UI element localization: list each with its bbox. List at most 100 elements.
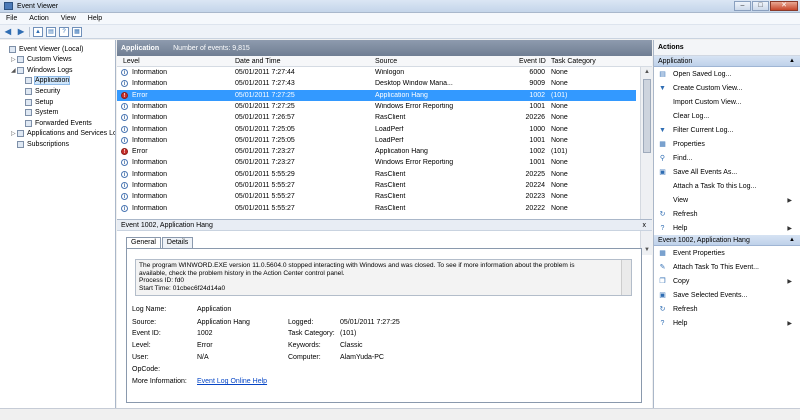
event-row[interactable]: i Information 05/01/2011 5:55:27 RasClient 2… bbox=[117, 203, 636, 214]
tree-item[interactable]: ◢ Windows Logs bbox=[11, 65, 73, 75]
event-cell-source: Winlogon bbox=[375, 69, 405, 76]
event-row[interactable]: i Information 05/01/2011 5:55:27 RasClient 2… bbox=[117, 191, 636, 202]
event-row[interactable]: ! Error 05/01/2011 7:23:27 Application Hang… bbox=[117, 146, 636, 157]
actions-list-application: ▤ Open Saved Log... ▼ Create Custom View...… bbox=[654, 67, 800, 235]
back-arrow-icon[interactable]: ◀ bbox=[3, 27, 13, 37]
event-cell-date: 05/01/2011 7:27:44 bbox=[235, 69, 295, 76]
tab-general[interactable]: General bbox=[126, 237, 161, 248]
event-cell-task: None bbox=[551, 193, 568, 201]
forward-arrow-icon[interactable]: ▶ bbox=[16, 27, 26, 37]
save-icon: ▣ bbox=[659, 168, 666, 176]
log-folder-icon bbox=[25, 119, 32, 127]
menu-view[interactable]: View bbox=[55, 15, 82, 22]
tree-item[interactable]: Forwarded Events bbox=[19, 118, 92, 128]
action-item[interactable]: ❐ Copy ▶ bbox=[654, 274, 800, 288]
actions-section-event[interactable]: Event 1002, Application Hang ▲ bbox=[654, 235, 800, 246]
event-row[interactable]: i Information 05/01/2011 7:26:57 RasClient 2… bbox=[117, 112, 636, 123]
event-cell-source: RasClient bbox=[375, 182, 406, 189]
information-icon: i bbox=[121, 193, 128, 201]
collapse-icon[interactable]: ▲ bbox=[789, 235, 795, 246]
col-task-category[interactable]: Task Category bbox=[551, 58, 596, 65]
tree-item-label: Event Viewer (Local) bbox=[19, 45, 84, 53]
collapse-icon[interactable]: ▲ bbox=[789, 56, 795, 67]
action-item[interactable]: ▣ Save Selected Events... bbox=[654, 288, 800, 302]
action-item[interactable]: ▼ Filter Current Log... bbox=[654, 123, 800, 137]
event-message-box[interactable]: The program WINWORD.EXE version 11.0.560… bbox=[135, 259, 632, 296]
action-item[interactable]: View ▶ bbox=[654, 193, 800, 207]
event-cell-date: 05/01/2011 5:55:27 bbox=[235, 204, 295, 212]
col-date-time[interactable]: Date and Time bbox=[235, 58, 281, 65]
scroll-up-icon[interactable]: ▲ bbox=[641, 67, 652, 77]
submenu-arrow-icon: ▶ bbox=[787, 197, 792, 204]
help-icon[interactable]: ? bbox=[59, 26, 69, 37]
menu-action[interactable]: Action bbox=[23, 15, 54, 22]
action-item[interactable]: Import Custom View... bbox=[654, 95, 800, 109]
action-item[interactable]: ↻ Refresh bbox=[654, 207, 800, 221]
event-row[interactable]: i Information 05/01/2011 7:27:43 Desktop Wi… bbox=[117, 78, 636, 89]
tab-details[interactable]: Details bbox=[161, 237, 194, 248]
event-cell-date: 05/01/2011 7:27:43 bbox=[235, 80, 295, 88]
action-item[interactable]: ⚲ Find... bbox=[654, 151, 800, 165]
event-row[interactable]: i Information 05/01/2011 7:27:25 Windows Er… bbox=[117, 101, 636, 112]
event-cell-level: Information bbox=[132, 125, 168, 133]
refresh-icon: ↻ bbox=[659, 305, 666, 313]
col-level[interactable]: Level bbox=[123, 58, 140, 65]
action-item[interactable]: Clear Log... bbox=[654, 109, 800, 123]
tree-item[interactable]: ▷ Applications and Services Lo bbox=[11, 129, 115, 139]
event-row[interactable]: i Information 05/01/2011 7:25:05 LoadPerf 10… bbox=[117, 135, 636, 146]
action-item[interactable]: ▦ Event Properties bbox=[654, 246, 800, 260]
folder-icon: ▤ bbox=[659, 70, 666, 78]
event-row[interactable]: i Information 05/01/2011 7:23:27 Windows Er… bbox=[117, 157, 636, 168]
action-item[interactable]: ? Help ▶ bbox=[654, 221, 800, 235]
tree-item[interactable]: ▷ Custom Views bbox=[11, 55, 72, 65]
menu-file[interactable]: File bbox=[0, 15, 23, 22]
tree-item[interactable]: Application bbox=[19, 76, 71, 86]
tree-item[interactable]: Event Viewer (Local) bbox=[3, 44, 83, 54]
scroll-down-icon[interactable]: ▼ bbox=[641, 245, 652, 255]
event-cell-level: Error bbox=[132, 91, 148, 99]
event-cell-source: LoadPerf bbox=[375, 125, 404, 133]
event-log-online-help-link[interactable]: Event Log Online Help bbox=[197, 378, 267, 385]
col-event-id[interactable]: Event ID bbox=[519, 58, 546, 65]
task-category-value: (101) bbox=[340, 330, 357, 337]
minimize-button[interactable]: – bbox=[734, 1, 751, 11]
event-row[interactable]: i Information 05/01/2011 5:55:29 RasClient 2… bbox=[117, 169, 636, 180]
action-item[interactable]: ▣ Save All Events As... bbox=[654, 165, 800, 179]
action-item[interactable]: ▼ Create Custom View... bbox=[654, 81, 800, 95]
action-item[interactable]: Attach a Task To this Log... bbox=[654, 179, 800, 193]
event-cell-id: 20224 bbox=[525, 182, 545, 189]
tree-item[interactable]: Subscriptions bbox=[11, 139, 69, 149]
blank-icon bbox=[658, 112, 667, 121]
menu-help[interactable]: Help bbox=[82, 15, 108, 22]
event-row[interactable]: i Information 05/01/2011 5:55:27 RasClient 2… bbox=[117, 180, 636, 191]
action-item[interactable]: ↻ Refresh bbox=[654, 302, 800, 316]
logged-label: Logged: bbox=[288, 319, 314, 326]
status-bar bbox=[0, 408, 800, 420]
menu-bar: File Action View Help bbox=[0, 13, 800, 25]
information-icon: i bbox=[121, 204, 128, 212]
actions-section-application[interactable]: Application ▲ bbox=[654, 56, 800, 67]
tree-item[interactable]: Security bbox=[19, 86, 60, 96]
tree-item[interactable]: System bbox=[19, 108, 58, 118]
refresh-icon: ↻ bbox=[659, 210, 666, 218]
event-row[interactable]: i Information 05/01/2011 7:25:05 LoadPerf 10… bbox=[117, 124, 636, 135]
action-item[interactable]: ▤ Open Saved Log... bbox=[654, 67, 800, 81]
col-source[interactable]: Source bbox=[375, 58, 397, 65]
maximize-button[interactable]: □ bbox=[752, 1, 769, 11]
event-row[interactable]: i Information 05/01/2011 7:27:44 Winlogon 60… bbox=[117, 67, 636, 78]
close-button[interactable]: ✕ bbox=[770, 1, 798, 11]
message-scrollbar[interactable] bbox=[621, 260, 631, 295]
up-folder-icon[interactable]: ▲ bbox=[33, 26, 43, 37]
close-detail-icon[interactable]: x bbox=[643, 220, 647, 231]
tree-item[interactable]: Setup bbox=[19, 97, 53, 107]
scroll-thumb[interactable] bbox=[643, 79, 651, 153]
event-cell-level: Information bbox=[132, 182, 168, 189]
show-hide-action-pane-icon[interactable]: ▦ bbox=[72, 26, 82, 37]
event-row[interactable]: ! Error 05/01/2011 7:27:25 Application Hang… bbox=[117, 89, 636, 101]
filter-icon: ▼ bbox=[659, 84, 666, 92]
action-item[interactable]: ▦ Properties bbox=[654, 137, 800, 151]
event-cell-level: Information bbox=[132, 136, 168, 144]
show-hide-tree-icon[interactable]: ▤ bbox=[46, 26, 56, 37]
action-item[interactable]: ? Help ▶ bbox=[654, 316, 800, 330]
action-item[interactable]: ✎ Attach Task To This Event... bbox=[654, 260, 800, 274]
